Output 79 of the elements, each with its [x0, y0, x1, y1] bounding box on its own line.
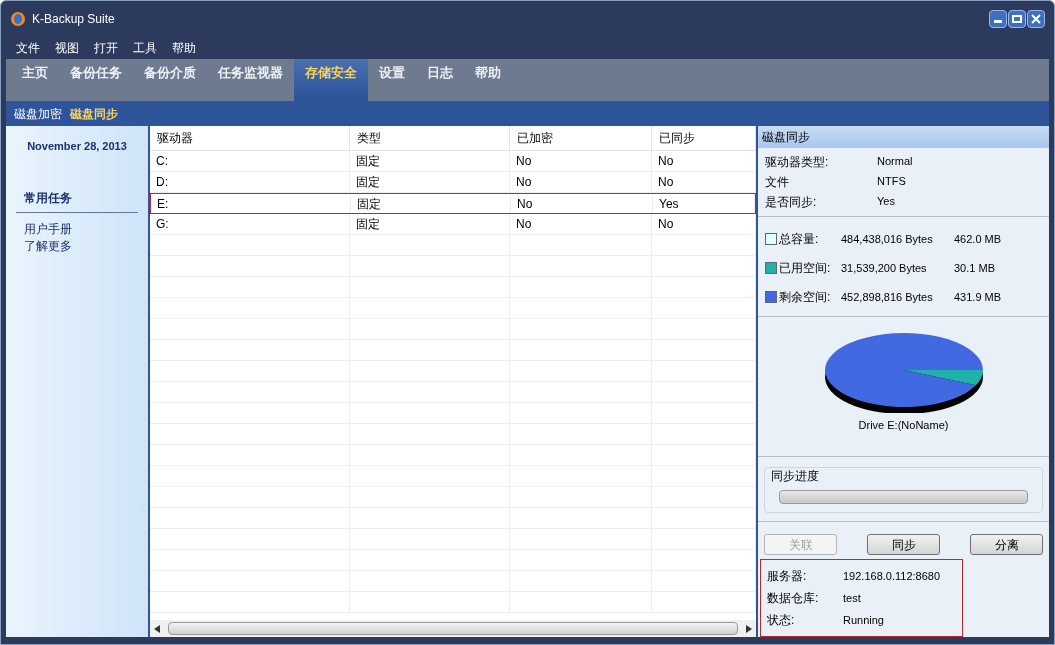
section-title: 常用任务: [16, 189, 138, 213]
column-header[interactable]: 类型: [350, 126, 510, 150]
sub-tab[interactable]: 磁盘加密: [14, 105, 62, 122]
nav-tab[interactable]: 备份任务: [59, 59, 133, 101]
scrollbar-thumb[interactable]: [168, 622, 738, 635]
menu-item[interactable]: 打开: [94, 40, 118, 56]
table-cell: No: [652, 151, 756, 171]
scroll-left-icon[interactable]: [154, 624, 160, 633]
legend-label: 剩余空间:: [779, 289, 832, 306]
nav-tab[interactable]: 设置: [368, 59, 416, 101]
table-cell: G:: [150, 214, 350, 234]
property-label: 驱动器类型:: [765, 153, 830, 170]
legend-label: 总容量:: [779, 231, 820, 248]
nav-tab[interactable]: 存储安全: [294, 59, 368, 101]
menu-item[interactable]: 帮助: [172, 40, 196, 56]
table-cell: No: [652, 214, 756, 234]
nav-tab[interactable]: 帮助: [464, 59, 512, 101]
info-value: test: [843, 590, 861, 606]
table-cell: C:: [150, 151, 350, 171]
property-label: 文件: [765, 173, 790, 190]
nav-tab[interactable]: 任务监视器: [207, 59, 294, 101]
column-header[interactable]: 驱动器: [150, 126, 350, 150]
table-row[interactable]: C: 固定 No No: [150, 151, 756, 172]
task-link[interactable]: 用户手册: [24, 220, 130, 238]
nav-tab[interactable]: 主页: [11, 59, 59, 101]
table-cell: No: [652, 172, 756, 192]
table-cell: No: [511, 194, 653, 213]
table-cell: 固定: [350, 151, 510, 171]
chart-title: Drive E:(NoName): [858, 417, 949, 433]
legend-bytes: 31,539,200 Bytes: [841, 261, 928, 276]
table-cell: 固定: [350, 172, 510, 192]
scroll-right-icon[interactable]: [746, 624, 752, 633]
table-cell: E:: [151, 194, 351, 213]
info-value: 192.168.0.112:8680: [843, 568, 941, 584]
column-header[interactable]: 已加密: [510, 126, 652, 150]
legend-bytes: 452,898,816 Bytes: [841, 290, 934, 305]
table-row[interactable]: D: 固定 No No: [150, 172, 756, 193]
action-button[interactable]: 分离: [970, 534, 1043, 555]
legend-size: 30.1 MB: [954, 261, 995, 276]
action-button[interactable]: 同步: [867, 534, 940, 555]
menu-item[interactable]: 文件: [16, 40, 40, 56]
property-label: 是否同步:: [765, 193, 818, 210]
table-cell: D:: [150, 172, 350, 192]
table-cell: Yes: [653, 194, 755, 213]
menu-item[interactable]: 工具: [133, 40, 157, 56]
column-header[interactable]: 已同步: [652, 126, 756, 150]
window-title: K-Backup Suite: [32, 11, 115, 27]
info-label: 数据仓库:: [767, 590, 820, 606]
task-link[interactable]: 了解更多: [24, 237, 130, 255]
property-value: NTFS: [877, 174, 906, 190]
table-row[interactable]: E: 固定 No Yes: [150, 193, 756, 214]
close-icon: [1031, 14, 1041, 24]
property-value: Yes: [877, 194, 895, 210]
menu-item[interactable]: 视图: [55, 40, 79, 56]
panel-title: 磁盘同步: [758, 126, 1049, 148]
legend-bytes: 484,438,016 Bytes: [841, 232, 934, 247]
table-cell: No: [510, 214, 652, 234]
maximize-button[interactable]: [1008, 10, 1026, 28]
legend-size: 431.9 MB: [954, 290, 1002, 305]
close-button[interactable]: [1027, 10, 1045, 28]
minimize-button[interactable]: [989, 10, 1007, 28]
table-row[interactable]: G: 固定 No No: [150, 214, 756, 235]
nav-tab[interactable]: 日志: [416, 59, 464, 101]
app-logo-icon: [10, 11, 26, 27]
info-label: 状态:: [767, 612, 796, 628]
property-value: Normal: [877, 154, 913, 170]
date-label: November 28, 2013: [26, 139, 128, 154]
info-label: 服务器:: [767, 568, 808, 584]
nav-tab[interactable]: 备份介质: [133, 59, 207, 101]
legend-size: 462.0 MB: [954, 232, 1002, 247]
progress-label: 同步进度: [771, 468, 820, 484]
horizontal-scrollbar[interactable]: [150, 620, 756, 637]
table-cell: No: [510, 172, 652, 192]
table-cell: 固定: [350, 214, 510, 234]
sub-tab[interactable]: 磁盘同步: [70, 105, 118, 122]
table-cell: 固定: [351, 194, 511, 213]
legend-label: 已用空间:: [779, 260, 832, 277]
table-cell: No: [510, 151, 652, 171]
info-value: Running: [843, 612, 884, 628]
